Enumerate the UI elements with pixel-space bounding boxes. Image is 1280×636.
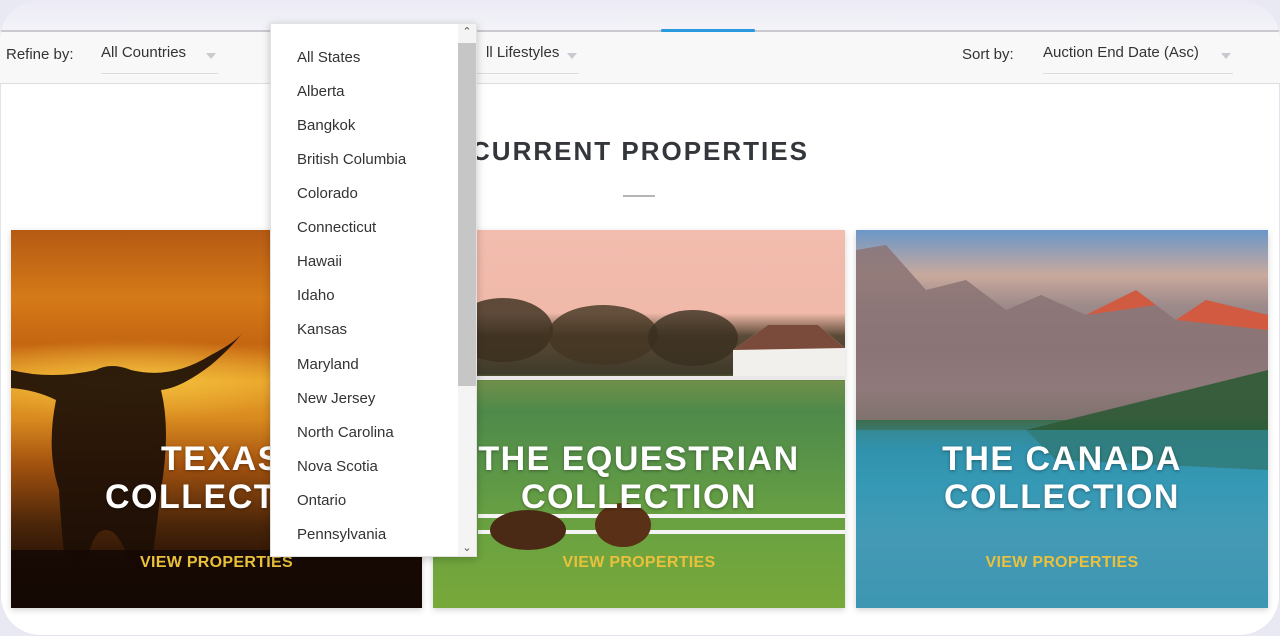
state-option[interactable]: Ontario [297,492,346,509]
lifestyle-select[interactable]: ll Lifestyles [468,36,579,74]
collection-title: THE EQUESTRIAN COLLECTION [433,440,845,516]
state-option[interactable]: North Carolina [297,424,394,441]
sort-select[interactable]: Auction End Date (Asc) [1043,36,1233,74]
view-properties-link[interactable]: VIEW PROPERTIES [856,554,1268,572]
view-properties-link[interactable]: VIEW PROPERTIES [433,554,845,572]
state-option[interactable]: Kansas [297,321,347,338]
state-option[interactable]: Maryland [297,356,359,373]
caret-down-icon [567,53,577,59]
page-frame: Refine by: All Countries ll Lifestyles S… [0,0,1280,636]
country-select[interactable]: All Countries [101,36,218,74]
state-option[interactable]: Pennsylvania [297,526,386,543]
lifestyle-select-value: ll Lifestyles [486,44,560,61]
state-option[interactable]: Bangkok [297,117,355,134]
state-option[interactable]: British Columbia [297,151,406,168]
collection-title-line2: COLLECTION [944,478,1180,516]
country-select-value: All Countries [101,44,187,61]
sort-by-label: Sort by: [962,46,1014,63]
chevron-down-icon[interactable]: ⌄ [458,540,476,556]
state-option[interactable]: Connecticut [297,219,376,236]
state-option[interactable]: Alberta [297,83,345,100]
caret-down-icon [1221,53,1231,59]
collection-card-canada[interactable]: THE CANADA COLLECTION VIEW PROPERTIES [856,230,1268,608]
caret-down-icon [206,53,216,59]
state-option[interactable]: Nova Scotia [297,458,378,475]
chevron-up-icon[interactable]: ⌃ [458,24,476,40]
dropdown-scrollbar-thumb[interactable] [458,43,476,386]
collection-title: THE CANADA COLLECTION [856,440,1268,516]
mountain-scene [856,245,1268,608]
state-option[interactable]: All States [297,49,360,66]
collection-title-line1: THE CANADA [942,440,1182,478]
collection-title-line2: COLLECTION [521,478,757,516]
title-divider [623,195,655,197]
state-option[interactable]: New Jersey [297,390,375,407]
section-title: CURRENT PROPERTIES [471,136,809,166]
state-option[interactable]: Idaho [297,287,335,304]
farm-scene [433,298,845,550]
refine-by-label: Refine by: [6,46,74,63]
collection-title-line1: THE EQUESTRIAN [478,440,800,478]
top-navigation-strip [0,0,1280,31]
state-option[interactable]: Colorado [297,185,358,202]
state-dropdown-list[interactable]: All States Alberta Bangkok British Colum… [270,23,477,557]
collection-card-equestrian[interactable]: THE EQUESTRIAN COLLECTION VIEW PROPERTIE… [433,230,845,608]
state-option[interactable]: Hawaii [297,253,342,270]
sort-select-value: Auction End Date (Asc) [1043,44,1199,61]
